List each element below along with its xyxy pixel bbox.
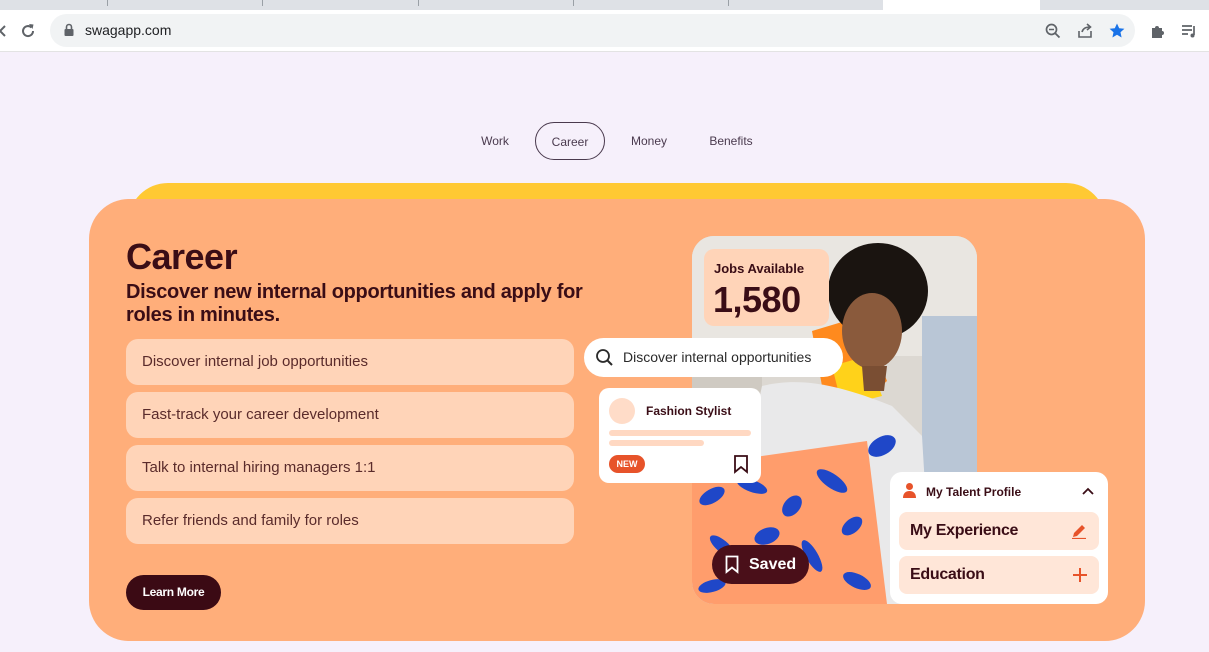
section-subtitle: Discover new internal opportunities and … xyxy=(126,281,583,326)
tab-separator xyxy=(262,0,263,6)
feature-item: Talk to internal hiring managers 1:1 xyxy=(126,445,574,491)
back-arrow-icon[interactable] xyxy=(0,20,14,42)
media-queue-icon[interactable] xyxy=(1180,22,1198,40)
placeholder-line xyxy=(609,430,751,436)
jobs-available-label: Jobs Available xyxy=(714,261,805,276)
plus-icon xyxy=(1073,568,1087,582)
talent-row-label: Education xyxy=(910,566,985,583)
section-title: Career xyxy=(126,236,238,277)
talent-row-education: Education xyxy=(899,556,1099,594)
url-text[interactable]: swagapp.com xyxy=(85,22,171,38)
star-icon[interactable] xyxy=(1108,22,1126,40)
section-nav: Work Career Money Benefits xyxy=(0,122,1209,160)
nav-link-money[interactable]: Money xyxy=(622,122,676,160)
talent-row-label: My Experience xyxy=(910,522,1019,539)
talent-profile-card: My Talent Profile My Experience Educatio… xyxy=(890,472,1108,604)
tab-strip xyxy=(0,0,1209,10)
nav-link-work[interactable]: Work xyxy=(470,122,520,160)
tab-separator xyxy=(573,0,574,6)
address-bar[interactable]: swagapp.com xyxy=(50,14,1135,47)
pencil-icon xyxy=(1072,525,1086,539)
job-title: Fashion Stylist xyxy=(646,404,732,418)
bookmark-icon xyxy=(725,555,739,574)
talent-row-experience: My Experience xyxy=(899,512,1099,550)
puzzle-icon[interactable] xyxy=(1149,22,1167,40)
bookmark-icon xyxy=(734,455,748,474)
share-icon[interactable] xyxy=(1076,22,1094,40)
zoom-icon[interactable] xyxy=(1044,22,1062,40)
tab-separator xyxy=(418,0,419,6)
placeholder-line xyxy=(609,440,704,446)
jobs-available-count: 1,580 xyxy=(713,279,801,320)
person-icon xyxy=(903,483,916,498)
new-badge: NEW xyxy=(609,455,645,473)
feature-item: Fast-track your career development xyxy=(126,392,574,438)
feature-item: Discover internal job opportunities xyxy=(126,339,574,385)
chevron-up-icon xyxy=(1082,487,1094,495)
nav-link-benefits[interactable]: Benefits xyxy=(700,122,762,160)
opportunity-search: Discover internal opportunities xyxy=(584,338,843,377)
learn-more-button[interactable]: Learn More xyxy=(126,575,221,610)
tab-separator xyxy=(728,0,729,6)
reload-icon[interactable] xyxy=(17,20,39,42)
talent-profile-header: My Talent Profile xyxy=(926,485,1022,499)
nav-link-career[interactable]: Career xyxy=(535,122,605,160)
feature-item: Refer friends and family for roles xyxy=(126,498,574,544)
search-text: Discover internal opportunities xyxy=(623,349,812,365)
lock-icon[interactable] xyxy=(62,23,76,37)
tab-separator xyxy=(107,0,108,6)
saved-label: Saved xyxy=(749,556,797,573)
saved-badge: Saved xyxy=(712,545,809,584)
browser-toolbar: swagapp.com xyxy=(0,10,1209,52)
avatar xyxy=(609,398,635,424)
jobs-available-card: Jobs Available 1,580 xyxy=(704,249,829,326)
job-card: Fashion Stylist NEW xyxy=(599,388,761,483)
search-icon xyxy=(596,349,613,366)
active-tab[interactable] xyxy=(883,0,1040,10)
